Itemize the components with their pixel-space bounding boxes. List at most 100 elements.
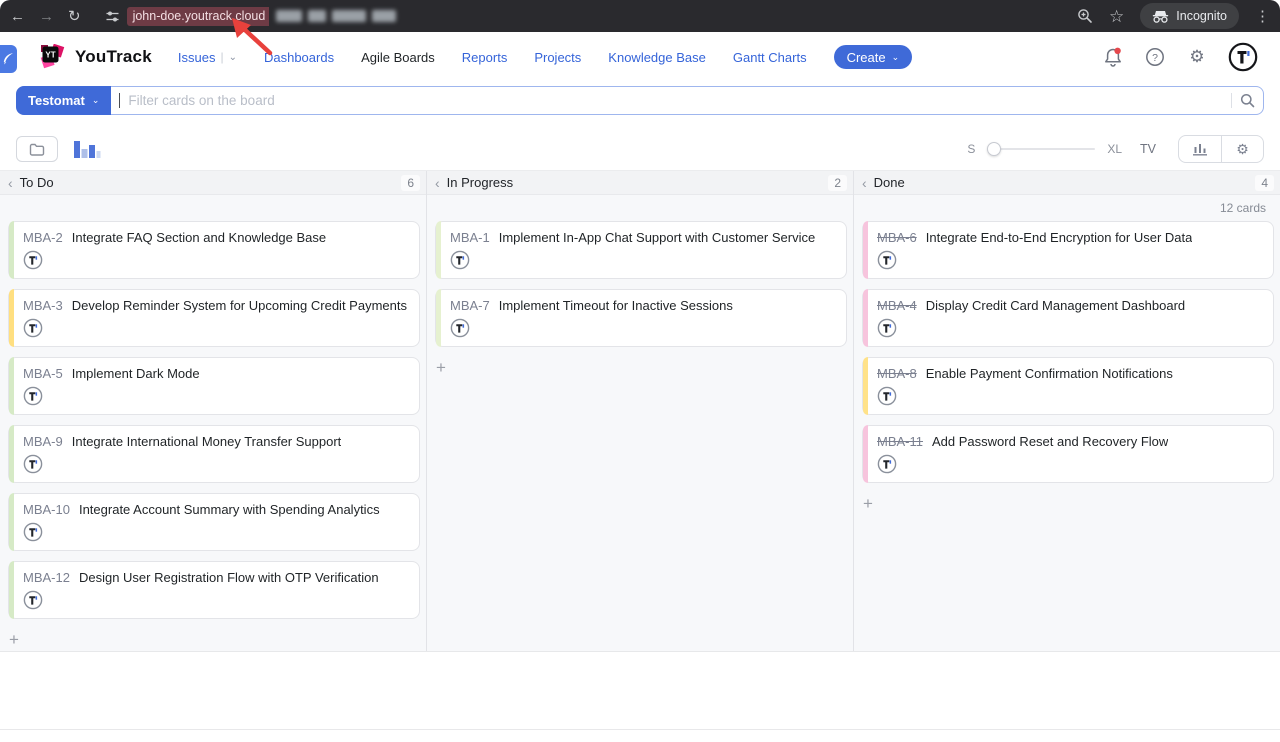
issue-id[interactable]: MBA-8: [877, 366, 917, 381]
issue-title[interactable]: Implement Timeout for Inactive Sessions: [499, 298, 733, 313]
issue-card[interactable]: MBA-11 Add Password Reset and Recovery Fl…: [862, 425, 1274, 483]
youtrack-logo[interactable]: YT YouTrack: [40, 44, 152, 70]
slider-handle[interactable]: [987, 142, 1001, 156]
issue-card[interactable]: MBA-6 Integrate End-to-End Encryption for…: [862, 221, 1274, 279]
issue-card[interactable]: MBA-3 Develop Reminder System for Upcomin…: [8, 289, 420, 347]
card-size-large-label: XL: [1107, 142, 1122, 156]
issue-title[interactable]: Develop Reminder System for Upcoming Cre…: [72, 298, 407, 313]
url-text[interactable]: john-doe.youtrack.cloud: [127, 7, 270, 26]
assignee-avatar[interactable]: [450, 250, 470, 270]
assignee-avatar[interactable]: [450, 318, 470, 338]
assignee-avatar[interactable]: [23, 590, 43, 610]
add-card-button[interactable]: +: [427, 357, 451, 376]
site-info-icon[interactable]: [105, 9, 120, 24]
address-bar[interactable]: john-doe.youtrack.cloud: [105, 7, 1063, 26]
sidebar-pen-tab[interactable]: [0, 45, 17, 73]
search-button[interactable]: [1231, 93, 1263, 108]
issue-card[interactable]: MBA-7 Implement Timeout for Inactive Sess…: [435, 289, 847, 347]
assignee-avatar-icon: [450, 250, 470, 270]
user-avatar[interactable]: [1228, 42, 1258, 72]
card-size-slider[interactable]: [987, 142, 1095, 156]
assignee-avatar[interactable]: [23, 318, 43, 338]
issue-title[interactable]: Integrate Account Summary with Spending …: [79, 502, 380, 517]
column-collapse-icon[interactable]: ‹: [862, 176, 867, 190]
view-controls: S XL TV ⚙: [967, 135, 1264, 163]
back-icon[interactable]: ←: [10, 9, 25, 24]
issue-card[interactable]: MBA-1 Implement In-App Chat Support with …: [435, 221, 847, 279]
issue-title[interactable]: Integrate FAQ Section and Knowledge Base: [72, 230, 326, 245]
issue-card[interactable]: MBA-10 Integrate Account Summary with Spe…: [8, 493, 420, 551]
issue-card[interactable]: MBA-12 Design User Registration Flow with…: [8, 561, 420, 619]
issue-id[interactable]: MBA-2: [23, 230, 63, 245]
column-collapse-icon[interactable]: ‹: [8, 176, 13, 190]
reload-icon[interactable]: ↻: [68, 9, 81, 24]
browser-menu-icon[interactable]: ⋮: [1255, 9, 1270, 24]
assignee-avatar[interactable]: [877, 318, 897, 338]
assignee-avatar[interactable]: [877, 250, 897, 270]
board-selector-button[interactable]: Testomat ⌄: [16, 86, 111, 115]
tv-mode-button[interactable]: TV: [1140, 142, 1156, 156]
avatar-logo-icon: [1228, 42, 1258, 72]
issue-card[interactable]: MBA-9 Integrate International Money Trans…: [8, 425, 420, 483]
backlog-folder-button[interactable]: [16, 136, 58, 162]
issue-title[interactable]: Enable Payment Confirmation Notification…: [926, 366, 1173, 381]
issue-title[interactable]: Display Credit Card Management Dashboard: [926, 298, 1185, 313]
issue-id[interactable]: MBA-6: [877, 230, 917, 245]
issue-id[interactable]: MBA-5: [23, 366, 63, 381]
nav-item-issues[interactable]: Issues | ⌄: [178, 50, 237, 65]
forward-icon[interactable]: →: [39, 9, 54, 24]
issue-id[interactable]: MBA-12: [23, 570, 70, 585]
nav-item-projects[interactable]: Projects: [534, 50, 581, 65]
notifications-bell-icon[interactable]: [1102, 46, 1124, 68]
nav-item-knowledge-base[interactable]: Knowledge Base: [608, 50, 706, 65]
issue-title[interactable]: Integrate International Money Transfer S…: [72, 434, 342, 449]
chart-view-toggle[interactable]: [72, 137, 102, 161]
board-settings-button[interactable]: ⚙: [1221, 136, 1263, 162]
issue-id[interactable]: MBA-4: [877, 298, 917, 313]
slider-track[interactable]: [987, 148, 1095, 150]
nav-item-agile-boards[interactable]: Agile Boards: [361, 50, 435, 65]
column-collapse-icon[interactable]: ‹: [435, 176, 440, 190]
card-color-stripe: [9, 289, 14, 347]
filter-input-wrap[interactable]: [111, 86, 1264, 115]
issue-id[interactable]: MBA-9: [23, 434, 63, 449]
board-column: ‹Done412 cardsMBA-6Integrate End-to-End …: [853, 171, 1280, 651]
issue-title[interactable]: Integrate End-to-End Encryption for User…: [926, 230, 1193, 245]
issue-title[interactable]: Add Password Reset and Recovery Flow: [932, 434, 1168, 449]
nav-issues-label[interactable]: Issues: [178, 50, 216, 65]
filter-cards-input[interactable]: [120, 93, 1231, 108]
issue-card[interactable]: MBA-2 Integrate FAQ Section and Knowledge…: [8, 221, 420, 279]
column-meta: 12 cards: [854, 195, 1280, 221]
issue-id[interactable]: MBA-10: [23, 502, 70, 517]
issues-dropdown-icon[interactable]: ⌄: [229, 52, 237, 63]
create-button[interactable]: Create ⌄: [834, 45, 913, 69]
nav-item-gantt-charts[interactable]: Gantt Charts: [733, 50, 807, 65]
zoom-icon[interactable]: [1077, 8, 1093, 24]
issue-id[interactable]: MBA-3: [23, 298, 63, 313]
issue-title[interactable]: Design User Registration Flow with OTP V…: [79, 570, 379, 585]
assignee-avatar[interactable]: [23, 454, 43, 474]
issue-title[interactable]: Implement In-App Chat Support with Custo…: [499, 230, 815, 245]
add-card-button[interactable]: +: [0, 629, 24, 648]
issue-title[interactable]: Implement Dark Mode: [72, 366, 200, 381]
issue-card[interactable]: MBA-5 Implement Dark Mode: [8, 357, 420, 415]
chart-report-button[interactable]: [1179, 136, 1221, 162]
assignee-avatar[interactable]: [23, 386, 43, 406]
settings-gear-icon[interactable]: ⚙: [1186, 46, 1208, 68]
nav-item-dashboards[interactable]: Dashboards: [264, 50, 334, 65]
issue-id[interactable]: MBA-7: [450, 298, 490, 313]
issue-card[interactable]: MBA-4 Display Credit Card Management Dash…: [862, 289, 1274, 347]
assignee-avatar[interactable]: [877, 386, 897, 406]
column-count-badge: 2: [828, 175, 847, 191]
assignee-avatar[interactable]: [23, 250, 43, 270]
issue-id[interactable]: MBA-11: [877, 434, 923, 449]
help-icon[interactable]: ?: [1144, 46, 1166, 68]
assignee-avatar[interactable]: [877, 454, 897, 474]
assignee-avatar-icon: [23, 250, 43, 270]
assignee-avatar[interactable]: [23, 522, 43, 542]
nav-item-reports[interactable]: Reports: [462, 50, 508, 65]
bookmark-star-icon[interactable]: ☆: [1109, 8, 1124, 25]
add-card-button[interactable]: +: [854, 493, 878, 512]
issue-id[interactable]: MBA-1: [450, 230, 490, 245]
issue-card[interactable]: MBA-8 Enable Payment Confirmation Notific…: [862, 357, 1274, 415]
